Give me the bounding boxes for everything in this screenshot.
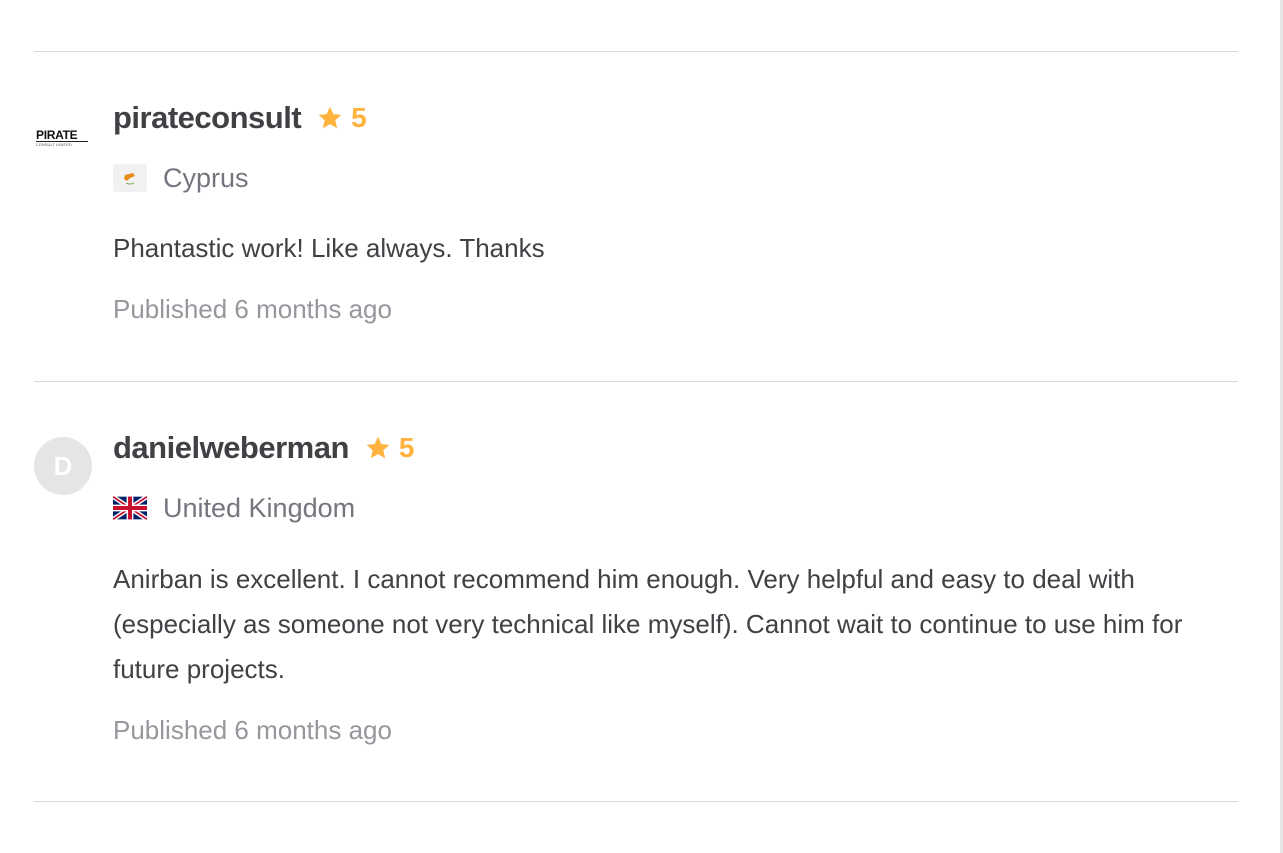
review-comment: Phantastic work! Like always. Thanks [113,233,545,263]
uk-flag-icon [113,494,147,522]
rating-value: 5 [351,102,367,133]
star-icon [318,106,342,129]
country-row: Cyprus [113,161,249,195]
rating: 5 [317,102,367,134]
cyprus-flag-icon [113,164,147,192]
reviewer-country: United Kingdom [163,492,356,523]
published-date: Published 6 months ago [113,294,392,324]
rating: 5 [365,432,415,464]
review-divider [34,51,1238,52]
logo-subtext: CONSULT LIMITED [36,141,88,147]
reviewer-avatar[interactable]: D [34,437,92,495]
reviews-page: PIRATE CONSULT LIMITED pirateconsult 5 C… [0,0,1283,853]
country-row: United Kingdom [113,491,355,525]
username-row: pirateconsult 5 [113,98,367,138]
review-divider [34,801,1238,802]
reviewer-country: Cyprus [163,162,249,193]
published-date: Published 6 months ago [113,715,392,745]
username-row: danielweberman 5 [113,428,415,468]
review-comment: Anirban is excellent. I cannot recommend… [113,564,1183,684]
reviewer-username[interactable]: danielweberman [113,430,349,466]
rating-value: 5 [398,432,415,463]
reviewer-username[interactable]: pirateconsult [113,100,302,136]
star-icon [366,436,390,459]
logo-text: PIRATE [36,128,78,142]
reviewer-avatar-logo[interactable]: PIRATE CONSULT LIMITED [36,129,92,147]
review-divider [34,381,1238,382]
